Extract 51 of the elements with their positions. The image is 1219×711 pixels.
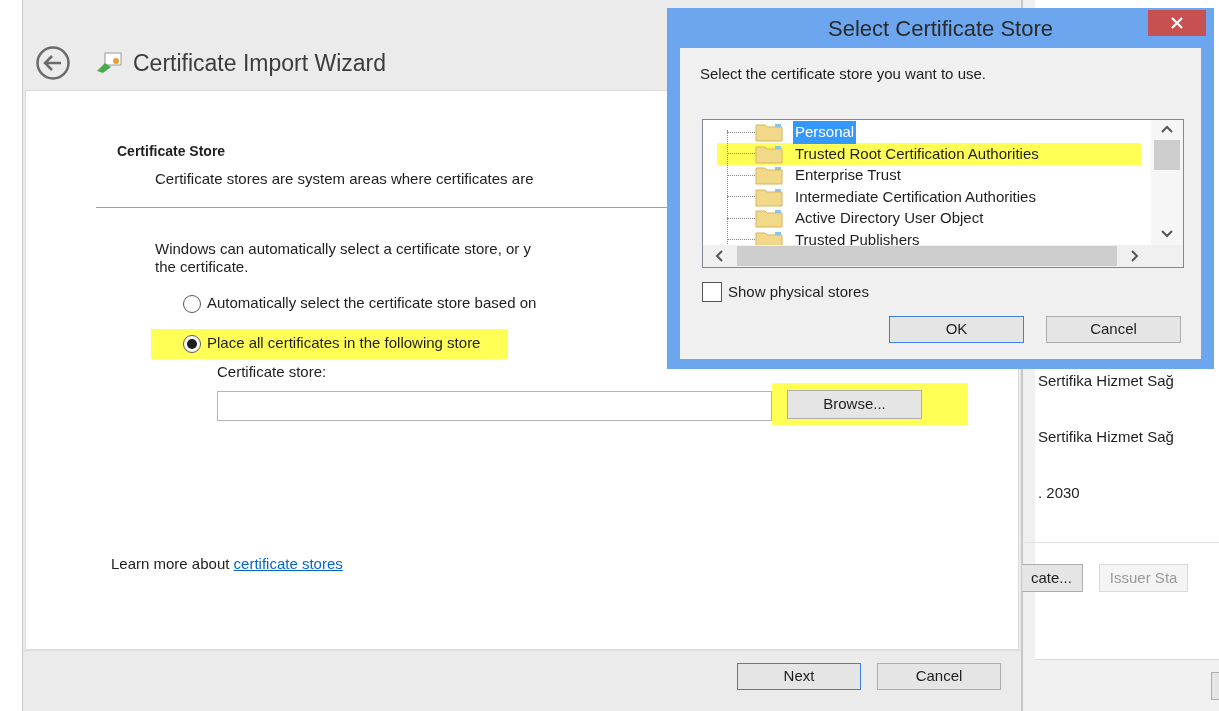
- back-icon[interactable]: [35, 45, 71, 81]
- certificate-store-field[interactable]: [217, 391, 772, 421]
- section-title: Certificate Store: [117, 142, 226, 161]
- store-item[interactable]: Enterprise Trust: [717, 164, 1141, 186]
- store-item[interactable]: Trusted Publishers: [717, 229, 1141, 245]
- push-button[interactable]: Next: [737, 663, 861, 690]
- radio-option[interactable]: Automatically select the certificate store based on: [151, 288, 565, 319]
- push-button[interactable]: Cancel: [1046, 316, 1181, 343]
- store-label: Active Directory User Object: [794, 208, 985, 228]
- store-label: Enterprise Trust: [794, 165, 902, 185]
- certificate-icon: [95, 51, 123, 75]
- push-button[interactable]: cate...: [1020, 564, 1083, 592]
- scrollbar-corner: [1151, 244, 1183, 267]
- store-item[interactable]: Active Directory User Object: [717, 207, 1141, 229]
- store-item[interactable]: Trusted Root Certification Authorities: [717, 143, 1141, 165]
- radio-button[interactable]: [183, 294, 201, 313]
- folder-icon: [755, 122, 783, 143]
- detail-text: Sertifika Hizmet Sağ: [1038, 427, 1175, 447]
- learn-more-text: Learn more about certificate stores: [111, 553, 343, 574]
- browse-button[interactable]: Browse...: [787, 389, 922, 419]
- detail-text: . 2030: [1038, 483, 1081, 503]
- store-label: Personal: [793, 121, 857, 144]
- certificate-stores-link[interactable]: certificate stores: [233, 554, 343, 572]
- push-button[interactable]: OK: [889, 316, 1024, 343]
- intro-paragraph: Windows can automatically select a certificate store, or y the certificate.: [155, 239, 531, 276]
- scrollbar-thumb[interactable]: [737, 245, 1117, 266]
- checkbox[interactable]: [702, 281, 722, 302]
- dialog-prompt: Select the certificate store you want to use.: [700, 64, 986, 84]
- store-label: Intermediate Certification Authorities: [794, 186, 1037, 207]
- horizontal-scrollbar[interactable]: [703, 244, 1151, 267]
- store-label: Trusted Publishers: [794, 229, 921, 245]
- store-item[interactable]: Intermediate Certification Authorities: [717, 186, 1141, 208]
- checkbox-label: Show physical stores: [728, 281, 869, 302]
- vertical-scrollbar[interactable]: [1151, 119, 1183, 245]
- dialog-title: Select Certificate Store: [828, 14, 1053, 43]
- section-description: Certificate stores are system areas where certificates are: [155, 169, 534, 189]
- field-label: Certificate store:: [217, 361, 327, 382]
- folder-icon: [755, 143, 783, 164]
- push-button[interactable]: Cancel: [877, 663, 1001, 690]
- folder-icon: [755, 186, 783, 207]
- window-title: Certificate Import Wizard: [133, 48, 387, 78]
- scrollbar-thumb[interactable]: [1154, 139, 1180, 170]
- folder-icon: [755, 229, 783, 245]
- folder-icon: [755, 165, 783, 186]
- detail-text: Sertifika Hizmet Sağ: [1038, 371, 1175, 391]
- radio-option[interactable]: Place all certificates in the following store: [151, 328, 509, 359]
- close-icon: [1171, 17, 1183, 29]
- radio-button[interactable]: [183, 334, 201, 353]
- store-label: Trusted Root Certification Authorities: [794, 143, 1040, 164]
- folder-icon: [755, 208, 783, 229]
- close-button[interactable]: [1148, 10, 1206, 36]
